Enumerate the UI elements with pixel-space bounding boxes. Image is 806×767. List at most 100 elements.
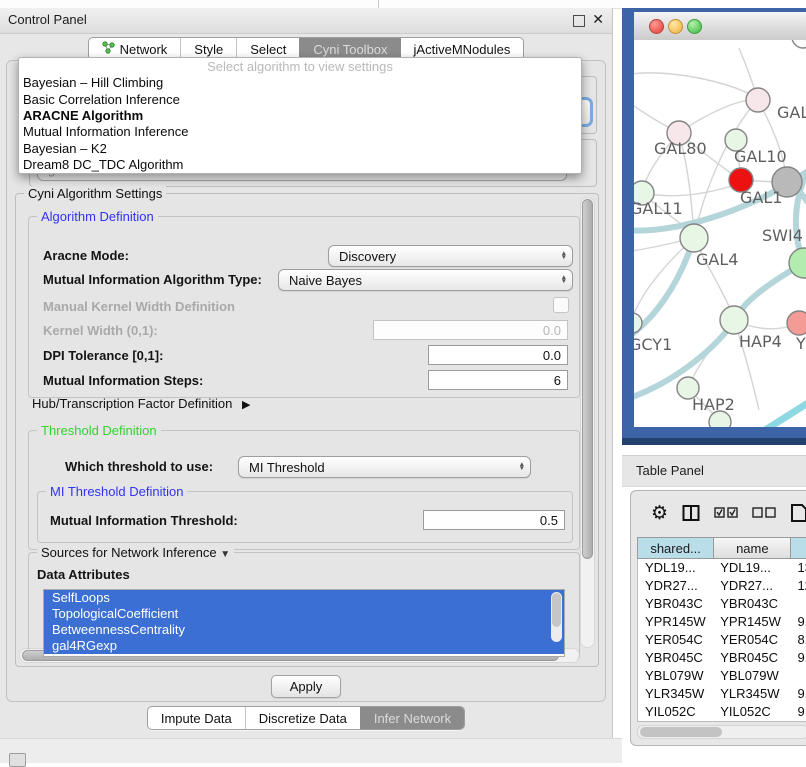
mi-type-value: Naive Bayes [279, 273, 362, 288]
algorithm-option[interactable]: Bayesian – K2 [19, 140, 581, 156]
apply-button[interactable]: Apply [271, 675, 341, 698]
float-window-icon[interactable] [573, 15, 585, 27]
select-all-checkboxes-icon[interactable] [714, 507, 738, 519]
scrollbar-thumb[interactable] [552, 593, 561, 627]
mi-threshold-field[interactable]: 0.5 [423, 510, 565, 530]
network-node[interactable] [680, 224, 708, 252]
mi-type-combo[interactable]: Naive Bayes ▲▼ [278, 269, 573, 291]
table-row[interactable]: YDR27...YDR27...12 [638, 577, 806, 595]
attribute-list-item[interactable]: BetweennessCentrality [44, 622, 564, 638]
table-panel: ⚙ shared...nameA YDL19...YDL19...13YDR27… [630, 490, 806, 746]
node-label: GAL10 [734, 147, 787, 166]
network-view-window[interactable]: GALGAL80GAL10GAL1GAL11SWI4GAL4GCY1HAP4YH… [634, 12, 806, 427]
table-cell: 12 [790, 577, 806, 595]
network-edge[interactable] [634, 238, 694, 322]
panel-grip-icon[interactable] [9, 753, 26, 767]
network-node[interactable] [787, 311, 806, 335]
table-cell: YIL052C [638, 703, 713, 721]
network-node[interactable] [720, 306, 748, 334]
dpi-tolerance-field[interactable]: 0.0 [428, 345, 568, 365]
table-row[interactable]: YPR145WYPR145W9. [638, 613, 806, 631]
tab-infer-network[interactable]: Infer Network [360, 707, 464, 729]
hub-definition-expander[interactable]: Hub/Transcription Factor Definition ▶ [32, 396, 250, 411]
algorithm-option[interactable]: Mutual Information Inference [19, 124, 581, 140]
table-panel-titlebar: Table Panel [622, 455, 806, 487]
combo-arrows-icon: ▲▼ [519, 463, 525, 472]
table-row[interactable]: YDL19...YDL19...13 [638, 559, 806, 577]
table-cell: YBL079W [638, 667, 713, 685]
scrollbar-thumb[interactable] [582, 199, 593, 559]
algorithm-option[interactable]: Bayesian – Hill Climbing [19, 74, 581, 90]
table-row[interactable]: YBL079WYBL079W [638, 667, 806, 685]
deselect-all-checkboxes-icon[interactable] [752, 507, 776, 519]
network-desktop: GALGAL80GAL10GAL1GAL11SWI4GAL4GCY1HAP4YH… [622, 8, 806, 445]
table-row[interactable]: YER054CYER054C8. [638, 631, 806, 649]
split-columns-icon[interactable] [682, 504, 700, 522]
sources-group: Sources for Network Inference ▼ Data Att… [28, 552, 580, 659]
close-icon[interactable]: ✕ [592, 11, 604, 28]
tab-label: jActiveMNodules [414, 42, 511, 57]
column-header-name[interactable]: name [713, 538, 790, 558]
table-cell: YBR043C [713, 595, 790, 613]
table-row[interactable]: YBR043CYBR043C [638, 595, 806, 613]
scrollbar-thumb[interactable] [640, 727, 722, 737]
data-attributes-list[interactable]: SelfLoopsTopologicalCoefficientBetweenne… [43, 589, 565, 657]
table-horizontal-scrollbar[interactable] [637, 725, 806, 739]
algorithm-option[interactable]: Dream8 DC_TDC Algorithm [19, 157, 581, 173]
kernel-width-field[interactable]: 0.0 [373, 320, 568, 340]
algorithm-option[interactable]: ARACNE Algorithm [19, 107, 581, 123]
network-graph[interactable]: GALGAL80GAL10GAL1GAL11SWI4GAL4GCY1HAP4YH… [634, 40, 806, 427]
table-cell: 9. [790, 649, 806, 667]
aracne-mode-combo[interactable]: Discovery ▲▼ [328, 245, 573, 267]
algorithm-option[interactable]: Basic Correlation Inference [19, 91, 581, 107]
table-row[interactable]: YBR045CYBR045C9. [638, 649, 806, 667]
table-cell: YIL052C [713, 703, 790, 721]
mi-steps-field[interactable]: 6 [428, 370, 568, 390]
settings-vertical-scrollbar[interactable] [580, 197, 595, 648]
network-edge[interactable] [694, 100, 758, 237]
table-cell: YLR345W [713, 685, 790, 703]
tab-discretize-data[interactable]: Discretize Data [245, 707, 360, 729]
list-scrollbar[interactable] [551, 592, 562, 642]
algorithm-selection-popup: Select algorithm to view settings Bayesi… [18, 57, 582, 174]
new-table-icon[interactable] [790, 503, 806, 523]
table-cell: YBR043C [638, 595, 713, 613]
network-edge[interactable] [762, 398, 806, 427]
table-cell: YBR045C [713, 649, 790, 667]
column-header-shared...[interactable]: shared... [638, 538, 713, 558]
cyni-algorithm-settings-group: Cyni Algorithm Settings Algorithm Defini… [15, 193, 599, 667]
network-node[interactable] [792, 40, 806, 48]
tab-impute-data[interactable]: Impute Data [148, 707, 245, 729]
table-toolbar: ⚙ [631, 497, 806, 529]
node-label: SWI4 [762, 226, 803, 245]
network-node[interactable] [746, 88, 770, 112]
attribute-list-item[interactable]: TopologicalCoefficient [44, 606, 564, 622]
node-label: GAL11 [634, 199, 683, 218]
table-row[interactable]: YLR345WYLR345W9. [638, 685, 806, 703]
network-edge[interactable] [679, 100, 758, 133]
dpi-tolerance-label: DPI Tolerance [0,1]: [43, 348, 163, 363]
minimize-traffic-light-icon[interactable] [668, 19, 683, 34]
manual-kernel-checkbox[interactable] [553, 297, 569, 313]
close-traffic-light-icon[interactable] [649, 19, 664, 34]
network-edge[interactable] [634, 73, 756, 97]
network-window-titlebar[interactable] [634, 12, 806, 41]
column-header-A[interactable]: A [790, 538, 806, 558]
gear-icon[interactable]: ⚙ [651, 502, 668, 524]
node-label: GAL4 [696, 250, 738, 269]
attribute-list-item[interactable]: gal4RGexp [44, 638, 564, 654]
node-label: Y [795, 334, 806, 353]
tab-label: Discretize Data [259, 711, 347, 726]
data-attributes-label: Data Attributes [37, 567, 130, 582]
collapse-arrow-icon[interactable]: ▼ [220, 549, 230, 560]
network-canvas[interactable]: GALGAL80GAL10GAL1GAL11SWI4GAL4GCY1HAP4YH… [634, 40, 806, 427]
table-cell: 8. [790, 631, 806, 649]
which-threshold-combo[interactable]: MI Threshold ▲▼ [238, 456, 531, 478]
table-cell [790, 667, 806, 685]
table-row[interactable]: YIL052CYIL052C9 [638, 703, 806, 721]
node-label: GAL [777, 103, 806, 122]
network-edge[interactable] [634, 238, 694, 340]
zoom-traffic-light-icon[interactable] [687, 19, 702, 34]
attribute-list-item[interactable]: SelfLoops [44, 590, 564, 606]
table-cell: YDL19... [638, 559, 713, 577]
